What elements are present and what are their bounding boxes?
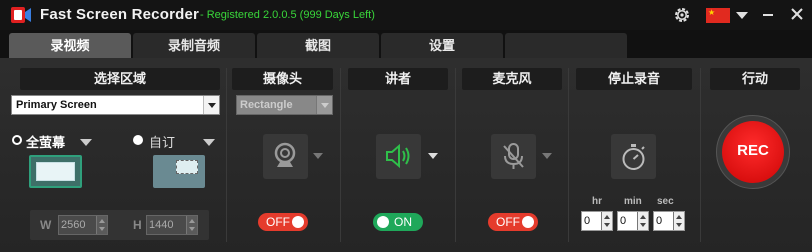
camera-shape-dropdown: Rectangle [236,95,333,115]
minutes-field[interactable]: 0 [617,211,649,231]
height-value: 1440 [149,219,174,231]
fullscreen-thumbnail-icon[interactable] [29,155,82,188]
webcam-dropdown-icon[interactable] [313,153,323,159]
height-label: H [133,218,142,232]
minutes-label: min [624,196,642,207]
timer-tile[interactable] [611,134,656,179]
custom-label[interactable]: 自订 [149,132,175,151]
dropdown-button [316,96,332,114]
camera-toggle[interactable]: OFF [258,213,308,231]
height-field[interactable]: 1440 [146,215,198,235]
chevron-down-icon [208,103,216,108]
stop-recording-header: 停止录音 [576,68,692,90]
width-value: 2560 [61,219,86,231]
width-stepper[interactable] [96,216,107,234]
microphone-dropdown-icon[interactable] [542,153,552,159]
record-video-panel: 选择区域 Primary Screen 全萤幕 自订 W 2560 H 1440… [0,58,812,252]
seconds-field[interactable]: 0 [653,211,685,231]
title-bar: Fast Screen Recorder - Registered 2.0.0.… [0,0,812,30]
select-area-value: Primary Screen [16,99,97,111]
seconds-value: 0 [656,215,663,227]
microphone-muted-icon [503,143,524,169]
microphone-toggle-label: OFF [496,215,520,229]
speaker-toggle-label: ON [394,215,412,229]
camera-toggle-label: OFF [266,215,290,229]
speaker-header: 讲者 [348,68,448,90]
select-area-header: 选择区域 [20,68,220,90]
stopwatch-icon [622,144,645,170]
custom-dropdown-icon[interactable] [203,139,215,146]
toggle-knob [292,216,304,228]
close-icon[interactable] [790,7,804,21]
tab-record-audio[interactable]: 录制音频 [133,33,255,58]
custom-radio[interactable] [133,135,143,145]
hours-label: hr [592,196,602,207]
width-label: W [40,218,52,232]
china-flag-icon[interactable]: ★ [706,8,730,23]
camera-logo-icon [11,7,31,23]
divider [226,68,227,242]
microphone-tile[interactable] [491,134,536,179]
fullscreen-radio[interactable] [12,135,22,145]
toggle-knob [522,216,534,228]
tab-empty [505,33,627,58]
gear-icon[interactable] [673,6,691,24]
rec-button[interactable]: REC [722,121,784,183]
speaker-tile[interactable] [376,134,421,179]
language-dropdown-icon[interactable] [736,12,748,19]
seconds-stepper[interactable] [673,212,684,230]
app-title: Fast Screen Recorder [40,6,200,23]
tab-bar: 录视频 录制音频 截图 设置 [0,30,812,58]
camera-header: 摄像头 [232,68,333,90]
microphone-toggle[interactable]: OFF [488,213,538,231]
speaker-dropdown-icon[interactable] [428,153,438,159]
dropdown-button[interactable] [203,96,219,114]
divider [340,68,341,242]
webcam-tile[interactable] [263,134,308,179]
tab-screenshot[interactable]: 截图 [257,33,379,58]
tab-settings[interactable]: 设置 [381,33,503,58]
minutes-stepper[interactable] [637,212,648,230]
registration-status: - Registered 2.0.0.5 (999 Days Left) [200,9,375,21]
tab-record-video[interactable]: 录视频 [9,33,131,58]
webcam-icon [274,142,296,167]
divider [455,68,456,242]
hours-field[interactable]: 0 [581,211,613,231]
chevron-down-icon [321,103,329,108]
seconds-label: sec [657,196,674,207]
speaker-icon [386,143,410,169]
width-field[interactable]: 2560 [58,215,108,235]
divider [700,68,701,242]
select-area-dropdown[interactable]: Primary Screen [11,95,220,115]
rec-label: REC [737,142,769,159]
microphone-header: 麦克风 [462,68,562,90]
custom-area-thumbnail-icon[interactable] [153,155,205,188]
fullscreen-dropdown-icon[interactable] [80,139,92,146]
fullscreen-label[interactable]: 全萤幕 [26,132,65,151]
hours-value: 0 [584,215,591,227]
action-header: 行动 [710,68,800,90]
speaker-toggle[interactable]: ON [373,213,423,231]
camera-shape-value: Rectangle [240,99,293,111]
minutes-value: 0 [620,215,627,227]
toggle-knob [377,216,389,228]
dimensions-box: W 2560 H 1440 [30,210,209,240]
divider [568,68,569,242]
hours-stepper[interactable] [601,212,612,230]
height-stepper[interactable] [186,216,197,234]
minimize-button[interactable] [763,14,773,16]
